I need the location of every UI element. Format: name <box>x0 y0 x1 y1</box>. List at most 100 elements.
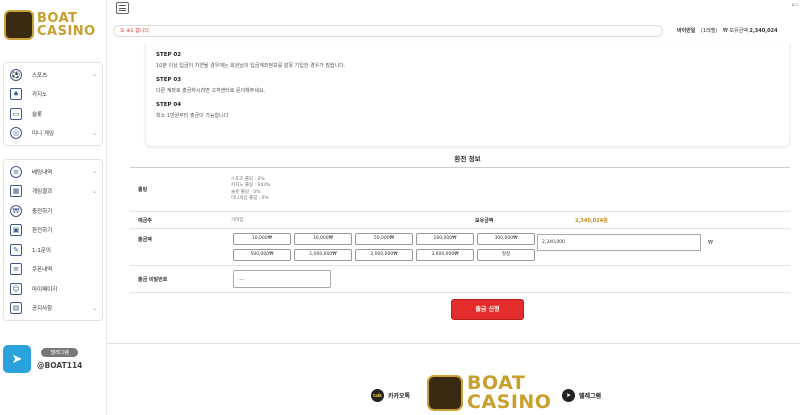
sidebar-item-label: 카지노 <box>32 92 48 99</box>
sidebar-item-label: 스포츠 <box>32 72 48 79</box>
sidebar-item[interactable]: ✎ 1:1문의 <box>4 240 102 260</box>
brand-logo[interactable]: BOAT CASINO <box>4 8 100 42</box>
rolling-values: 스포츠 롤링 : 0% 카지노 롤링 : 643% 슬롯 롤링 : 0% 미니게… <box>225 177 790 203</box>
depositor-value: 가려짐 <box>231 218 244 223</box>
chevron-down-icon: ⌄ <box>92 168 98 176</box>
sidebar-item[interactable]: ▦ 게임결과 ⌄ <box>4 182 102 202</box>
kakao-label: 카카오톡 <box>388 393 411 400</box>
amount-preset-button[interactable]: 30,000₩ <box>294 233 352 245</box>
reset-amount-button[interactable]: 정정 <box>477 249 535 261</box>
step-title: STEP 02 <box>156 52 182 58</box>
amount-preset-button[interactable]: 1,000,000₩ <box>294 249 352 261</box>
user-level: (1레벨) <box>701 28 718 34</box>
sidebar-item[interactable]: ≡ 베팅내역 ⌄ <box>4 162 102 182</box>
amount-preset-button[interactable]: 3,000,000₩ <box>416 249 474 261</box>
sidebar-item-label: 공지사항 <box>32 306 53 313</box>
sidebar-item[interactable]: ◎ 미니 게임 ⌄ <box>4 124 102 144</box>
user-icon: ☺ <box>10 282 22 295</box>
amount-preset-button[interactable]: 50,000₩ <box>355 233 413 245</box>
account-menu: ≡ 베팅내역 ⌄ ▦ 게임결과 ⌄ ₩ 충전하기 ▣ 환전하기 ✎ 1:1문의 ≡ 쿠폰내역 ☺ 마이페이지 ▤… <box>3 159 103 321</box>
balance-field-value: 2,340,024원 <box>575 217 608 224</box>
footer: talk 카카오톡 BOAT CASINO ➤ 텔레그램 <box>107 344 800 415</box>
step-item: STEP 02 10분 이상 입금이 지연될 경우에는 회원님의 입금계좌정보를… <box>156 52 779 69</box>
sidebar: BOAT CASINO ⚽ 스포츠 ⌄ ♠ 카지노 ▭ 슬롯 ◎ 미니 게임 ⌄ ≡ 베팅내역 ⌄ ▦ 게… <box>0 0 107 415</box>
password-input[interactable]: .... <box>233 270 331 288</box>
slot-machine-icon: ▭ <box>10 107 22 120</box>
sidebar-item[interactable]: ▭ 슬롯 <box>4 104 102 124</box>
telegram-id: @BOAT114 <box>37 361 83 370</box>
top-corner-text[interactable]: 로그 <box>792 3 798 8</box>
chevron-down-icon: ⌄ <box>92 71 98 79</box>
sidebar-item[interactable]: ♠ 카지노 <box>4 85 102 105</box>
sidebar-item[interactable]: ▣ 환전하기 <box>4 221 102 241</box>
cards-icon: ♠ <box>10 88 22 101</box>
rolling-label: 롤링 <box>138 187 148 193</box>
sidebar-item-label: 게임결과 <box>32 189 53 196</box>
kakao-link[interactable]: talk 카카오톡 <box>371 389 410 402</box>
step-desc: 10분 이상 입금이 지연될 경우에는 회원님의 입금계좌정보를 잘못 기입한 … <box>156 63 346 69</box>
withdraw-submit-button[interactable]: 출금 신청 <box>451 299 524 320</box>
step-title: STEP 03 <box>156 77 182 83</box>
sidebar-item-label: 미니 게임 <box>32 131 54 138</box>
sidebar-item[interactable]: ☺ 마이페이지 <box>4 279 102 299</box>
telegram-icon: ➤ <box>3 345 31 373</box>
document-icon: ≡ <box>10 165 22 178</box>
gift-icon: ▤ <box>10 302 22 315</box>
telegram-link[interactable]: ➤ 텔레그램 <box>562 389 601 402</box>
brand-line2: CASINO <box>37 24 96 39</box>
step-desc: 최소 1만원부터 출금이 가능합니다 <box>156 113 229 119</box>
sidebar-item-label: 1:1문의 <box>32 247 51 254</box>
sidebar-item-label: 베팅내역 <box>32 169 53 176</box>
coin-icon: ₩ <box>10 204 22 217</box>
step-item: STEP 03 다른 계좌로 출금하시려면 고객센터로 문의해주세요. <box>156 77 779 94</box>
amount-input[interactable]: 2,340,000 <box>537 234 701 251</box>
amount-preset-button[interactable]: 500,000₩ <box>233 249 291 261</box>
chevron-down-icon: ⌄ <box>92 187 98 195</box>
kakao-icon: talk <box>371 389 384 402</box>
password-label: 출금 비밀번호 <box>138 276 168 283</box>
won-unit: ₩ <box>708 240 713 246</box>
withdraw-form: 롤링 스포츠 롤링 : 0% 카지노 롤링 : 643% 슬롯 롤링 : 0% … <box>130 167 790 293</box>
minigame-icon: ◎ <box>10 127 22 140</box>
step-title: STEP 04 <box>156 102 182 108</box>
sidebar-item-label: 마이페이지 <box>32 286 58 293</box>
amount-preset-button[interactable]: 100,000₩ <box>416 233 474 245</box>
telegram-badge: 텔레그램 <box>41 348 78 357</box>
depositor-row: 예금주 가려짐 보유금액 2,340,024원 <box>130 212 790 229</box>
password-row: 출금 비밀번호 .... <box>130 266 790 293</box>
sidebar-item-label: 환전하기 <box>32 228 53 235</box>
amount-preset-button[interactable]: 300,000₩ <box>477 233 535 245</box>
sidebar-item[interactable]: ₩ 충전하기 <box>4 201 102 221</box>
user-name: 바이반일 <box>677 28 696 34</box>
sidebar-item-label: 슬롯 <box>32 111 43 118</box>
sidebar-item-label: 쿠폰내역 <box>32 267 53 274</box>
chevron-down-icon: ⌄ <box>92 304 98 312</box>
game-menu: ⚽ 스포츠 ⌄ ♠ 카지노 ▭ 슬롯 ◎ 미니 게임 ⌄ <box>3 62 103 146</box>
balance-field-label: 보유금액 <box>475 217 494 224</box>
boat-emblem-icon <box>427 375 463 411</box>
amount-buttons: 10,000₩ 30,000₩ 50,000₩ 100,000₩ 300,000₩ 500… <box>233 233 535 261</box>
sidebar-item[interactable]: ≡ 쿠폰내역 <box>4 260 102 280</box>
user-info: 바이반일 (1레벨) ₩ 보유금액 2,340,024 <box>677 27 778 34</box>
calendar-icon: ▦ <box>10 185 22 198</box>
sidebar-item[interactable]: ⚽ 스포츠 ⌄ <box>4 65 102 85</box>
footer-brand-line2: CASINO <box>467 391 552 413</box>
amount-label: 출금액 <box>138 237 152 243</box>
notice-ticker: 오 ⊕1 합니다. <box>113 25 663 37</box>
form-title: 환전 정보 <box>454 155 481 163</box>
sidebar-item[interactable]: ▤ 공지사항 ⌄ <box>4 299 102 319</box>
telegram-label: 텔레그램 <box>579 393 602 400</box>
telegram-icon: ➤ <box>562 389 575 402</box>
hamburger-menu-icon[interactable] <box>116 2 129 14</box>
rolling-row: 롤링 스포츠 롤링 : 0% 카지노 롤링 : 643% 슬롯 롤링 : 0% … <box>130 168 790 212</box>
amount-preset-button[interactable]: 2,000,000₩ <box>355 249 413 261</box>
rolling-line: 미니게임 롤링 : 0% <box>231 196 269 201</box>
telegram-contact[interactable]: ➤ 텔레그램 @BOAT114 <box>3 334 103 384</box>
soccer-ball-icon: ⚽ <box>10 68 22 81</box>
amount-preset-button[interactable]: 10,000₩ <box>233 233 291 245</box>
footer-logo: BOAT CASINO <box>427 374 551 412</box>
withdraw-steps: STEP 02 10분 이상 입금이 지연될 경우에는 회원님의 입금계좌정보를… <box>145 43 790 147</box>
pencil-icon: ✎ <box>10 243 22 256</box>
coupon-icon: ≡ <box>10 263 22 276</box>
step-desc: 다른 계좌로 출금하시려면 고객센터로 문의해주세요. <box>156 88 266 94</box>
